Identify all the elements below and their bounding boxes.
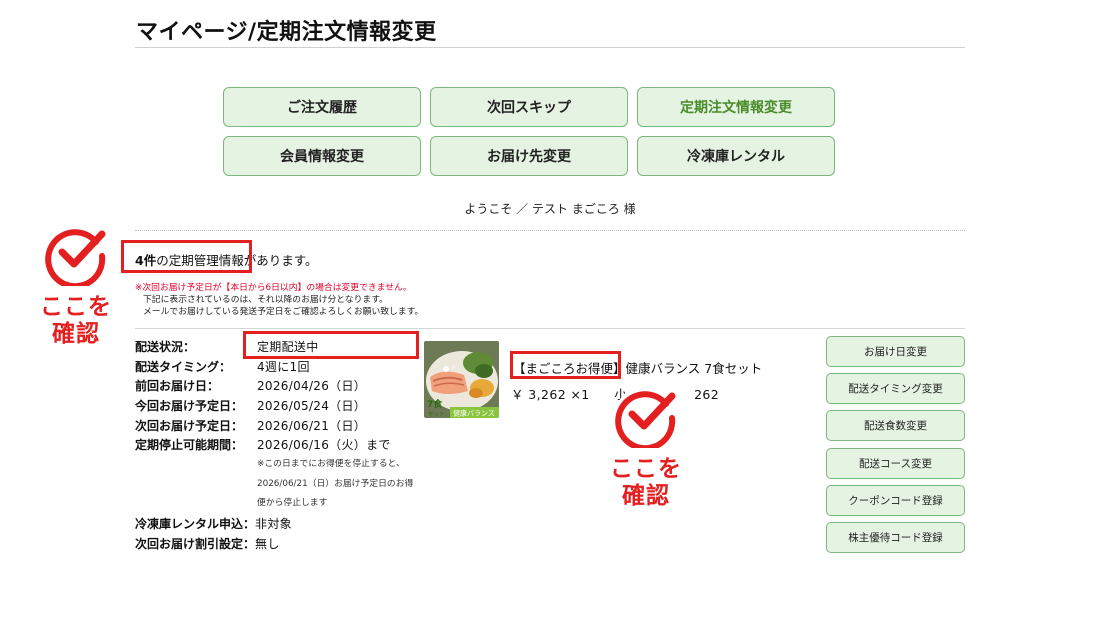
nav-subscription-change-button[interactable]: 定期注文情報変更	[637, 87, 835, 127]
register-coupon-button[interactable]: クーポンコード登録	[826, 485, 965, 516]
product-image-sub: セット	[428, 411, 445, 418]
detail-status-label: 配送状況：	[135, 340, 196, 354]
product-image-label: 7食	[427, 398, 443, 410]
annotation-left-line1: ここを	[40, 294, 112, 320]
detail-stop-period: 定期停止可能期間： 2026/06/16（火）まで	[135, 436, 391, 453]
detail-current-label: 今回お届け予定日：	[135, 399, 244, 413]
detail-freezer-value: 非対象	[255, 517, 292, 531]
product-subtotal: 262	[694, 387, 720, 402]
annotation-center-line2: 確認	[622, 483, 670, 509]
nav-freezer-rental-button[interactable]: 冷凍庫レンタル	[637, 136, 835, 176]
detail-freezer: 冷凍庫レンタル申込：非対象	[135, 515, 292, 532]
detail-previous-label: 前回お届け日：	[135, 379, 220, 393]
detail-next-date: 次回お届け予定日： 2026/06/21（日）	[135, 417, 366, 434]
page-title: マイページ/定期注文情報変更	[136, 20, 437, 45]
product-image: 健康バランス 7食 セット	[424, 341, 499, 418]
annotation-text-center: ここを 確認	[600, 456, 692, 510]
product-image-banner: 健康バランス	[453, 409, 495, 418]
detail-next-label: 次回お届け予定日：	[135, 419, 244, 433]
detail-discount: 次回お届け割引設定：無し	[135, 535, 280, 552]
change-delivery-timing-button[interactable]: 配送タイミング変更	[826, 373, 965, 404]
detail-discount-value: 無し	[255, 537, 280, 551]
nav-member-info-button[interactable]: 会員情報変更	[223, 136, 421, 176]
title-divider	[135, 47, 965, 48]
product-name: 健康バランス 7食セット	[625, 361, 763, 376]
detail-timing-value: 4週に1回	[257, 360, 310, 374]
annotation-center-line1: ここを	[610, 456, 682, 482]
notice-line-3: メールでお届けしている発送予定日をご確認よろしくお願い致します。	[143, 307, 424, 317]
detail-next-value: 2026/06/21（日）	[257, 419, 367, 433]
detail-timing-label: 配送タイミング：	[135, 360, 232, 374]
nav-address-change-button[interactable]: お届け先変更	[430, 136, 628, 176]
annotation-text-left: ここを 確認	[30, 294, 122, 348]
notice-block: ※次回お届け予定日が【本日から6日以内】の場合は変更できません。 下記に表示され…	[135, 282, 423, 318]
welcome-divider	[135, 230, 965, 231]
detail-stop-note: ※この日までにお得便を停止すると、2026/06/21（日）お届け予定日のお得便…	[257, 459, 414, 508]
change-delivery-course-button[interactable]: 配送コース変更	[826, 448, 965, 479]
detail-freezer-label: 冷凍庫レンタル申込：	[135, 517, 256, 531]
detail-previous-date: 前回お届け日： 2026/04/26（日）	[135, 377, 366, 394]
highlight-box-status	[243, 331, 419, 359]
detail-discount-label: 次回お届け割引設定：	[135, 537, 256, 551]
detail-timing: 配送タイミング： 4週に1回	[135, 358, 310, 375]
notice-line-2: 下記に表示されているのは、それ以降のお届け分となります。	[143, 295, 388, 305]
change-delivery-date-button[interactable]: お届け日変更	[826, 336, 965, 367]
notice-warning: ※次回お届け予定日が【本日から6日以内】の場合は変更できません。	[135, 283, 412, 293]
check-circle-icon	[45, 229, 106, 286]
section-divider	[135, 328, 965, 329]
check-circle-icon	[615, 385, 677, 448]
detail-current-value: 2026/05/24（日）	[257, 399, 367, 413]
detail-current-date: 今回お届け予定日： 2026/05/24（日）	[135, 397, 366, 414]
highlight-box-badge	[510, 351, 621, 379]
detail-previous-value: 2026/04/26（日）	[257, 379, 367, 393]
nav-order-history-button[interactable]: ご注文履歴	[223, 87, 421, 127]
register-shareholder-code-button[interactable]: 株主優待コード登録	[826, 522, 965, 553]
highlight-box-count	[121, 240, 252, 273]
meal-photo-illustration: 健康バランス 7食 セット	[424, 341, 499, 418]
annotation-left-line2: 確認	[52, 321, 100, 347]
welcome-message: ようこそ ／ テスト まごころ 様	[464, 202, 636, 216]
change-meal-count-button[interactable]: 配送食数変更	[826, 410, 965, 441]
detail-stop-value: 2026/06/16（火）まで	[257, 438, 391, 452]
product-price: ￥ 3,262 ×1	[511, 387, 590, 402]
nav-skip-next-button[interactable]: 次回スキップ	[430, 87, 628, 127]
detail-stop-label: 定期停止可能期間：	[135, 438, 244, 452]
